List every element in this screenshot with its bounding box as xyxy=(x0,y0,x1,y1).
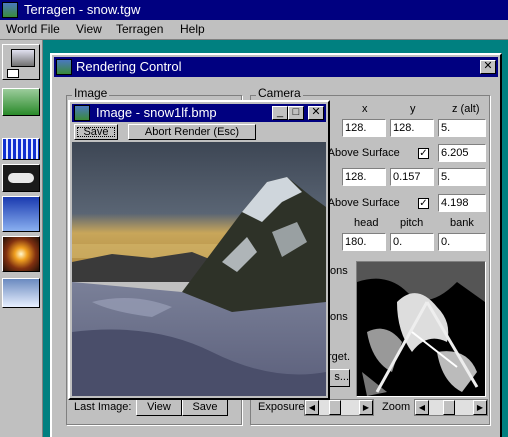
app-icon[interactable] xyxy=(2,2,18,18)
target-x-field[interactable]: 128. xyxy=(342,168,386,186)
save-button[interactable]: Save xyxy=(182,399,228,416)
left-toolbar xyxy=(0,40,43,437)
options-label-fragment-1: ons xyxy=(330,265,348,277)
image-group-label: Image xyxy=(72,86,110,100)
camera-z-field[interactable]: 5. xyxy=(438,119,486,137)
image-window-icon xyxy=(74,105,90,121)
camera-map-preview[interactable] xyxy=(356,261,486,397)
image-window-title: Image - snow1lf.bmp xyxy=(96,105,217,120)
target-y-field[interactable]: 0.157 xyxy=(390,168,434,186)
rendered-image xyxy=(72,142,326,396)
rendering-control-titlebar[interactable]: Rendering Control ✕ xyxy=(54,57,498,77)
height-checkbox-2[interactable]: ✓ xyxy=(418,198,429,209)
col-pitch-label: pitch xyxy=(400,217,424,229)
render-icon[interactable] xyxy=(2,278,40,308)
camera-group-label: Camera xyxy=(256,86,303,100)
landscape-icon[interactable] xyxy=(2,44,40,80)
col-y-label: y xyxy=(410,103,416,115)
clouds-icon[interactable] xyxy=(2,164,40,192)
app-title: Terragen - snow.tgw xyxy=(24,2,141,17)
terrain-icon[interactable] xyxy=(2,88,40,116)
minimize-icon[interactable]: _ xyxy=(272,106,288,120)
maximize-icon[interactable]: □ xyxy=(288,106,304,120)
col-z-label: z (alt) xyxy=(452,103,480,115)
app-titlebar[interactable]: Terragen - snow.tgw xyxy=(0,0,508,20)
rendering-control-title: Rendering Control xyxy=(76,59,182,74)
pitch-field[interactable]: 0. xyxy=(390,233,434,251)
terrain-map xyxy=(357,262,485,396)
menu-view[interactable]: View xyxy=(76,22,102,36)
menu-terragen[interactable]: Terragen xyxy=(116,22,163,36)
camera-x-field[interactable]: 128. xyxy=(342,119,386,137)
zoom-label: Zoom xyxy=(382,401,411,413)
sky-icon[interactable] xyxy=(2,196,40,232)
zoom-slider[interactable]: ◀ ▶ xyxy=(414,399,488,416)
bank-field[interactable]: 0. xyxy=(438,233,486,251)
last-image-label: Last Image: xyxy=(74,401,132,413)
image-window-titlebar[interactable]: Image - snow1lf.bmp _ □ ✕ xyxy=(72,104,326,122)
zoom-left-arrow-icon[interactable]: ◀ xyxy=(415,400,429,415)
col-x-label: x xyxy=(362,103,368,115)
image-save-button[interactable]: Save xyxy=(74,124,118,140)
options-label-fragment-2: ons xyxy=(330,311,348,323)
camera-y-field[interactable]: 128. xyxy=(390,119,434,137)
col-head-label: head xyxy=(354,217,379,229)
exposure-slider[interactable]: ◀ ▶ xyxy=(304,399,374,416)
target-label-fragment: rget. xyxy=(328,351,351,363)
height-field-1[interactable]: 6.205 xyxy=(438,144,486,162)
target-z-field[interactable]: 5. xyxy=(438,168,486,186)
head-field[interactable]: 180. xyxy=(342,233,386,251)
menu-world-file[interactable]: World File xyxy=(6,22,60,36)
menu-bar: World File View Terragen Help xyxy=(0,20,508,40)
exposure-left-arrow-icon[interactable]: ◀ xyxy=(305,400,319,415)
exposure-right-arrow-icon[interactable]: ▶ xyxy=(359,400,373,415)
height-field-2[interactable]: 4.198 xyxy=(438,194,486,212)
exposure-label: Exposure xyxy=(258,401,305,413)
water-icon[interactable] xyxy=(2,138,40,160)
col-bank-label: bank xyxy=(450,217,474,229)
close-icon[interactable]: ✕ xyxy=(480,60,496,74)
abort-render-button[interactable]: Abort Render (Esc) xyxy=(128,124,256,140)
exposure-thumb[interactable] xyxy=(329,400,341,415)
snow-scene xyxy=(72,142,326,396)
menu-help[interactable]: Help xyxy=(180,22,205,36)
view-button[interactable]: View xyxy=(136,399,182,416)
zoom-thumb[interactable] xyxy=(443,400,455,415)
image-window: Image - snow1lf.bmp _ □ ✕ Save Abort Ren… xyxy=(68,100,330,400)
zoom-right-arrow-icon[interactable]: ▶ xyxy=(473,400,487,415)
height-checkbox-1[interactable]: ✓ xyxy=(418,148,429,159)
sun-icon[interactable] xyxy=(2,236,40,272)
window-icon xyxy=(56,59,72,75)
close-icon[interactable]: ✕ xyxy=(308,106,324,120)
